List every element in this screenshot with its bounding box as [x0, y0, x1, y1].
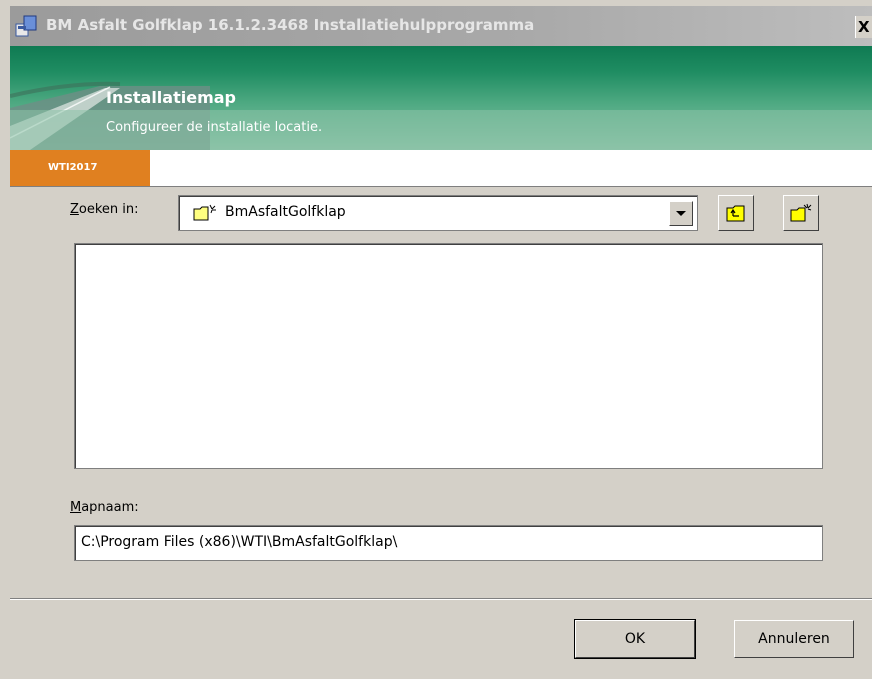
- ok-button[interactable]: OK: [574, 619, 696, 659]
- foldername-label-text: apnaam:: [81, 500, 139, 515]
- page-title: Installatiemap: [106, 88, 236, 107]
- folder-up-icon: [726, 205, 745, 222]
- close-button[interactable]: X: [855, 16, 872, 38]
- lookin-dropdown[interactable]: BmAsfaltGolfklap: [178, 195, 698, 231]
- dropdown-arrow-icon[interactable]: [669, 201, 693, 226]
- close-icon: X: [858, 18, 870, 36]
- new-folder-icon: [790, 203, 812, 222]
- header-banner: Installatiemap Configureer de installati…: [10, 46, 872, 150]
- lookin-label-accesskey: Z: [70, 202, 79, 217]
- foldername-input[interactable]: C:\Program Files (x86)\WTI\BmAsfaltGolfk…: [74, 525, 823, 561]
- brand-stripe: WTI2017: [10, 150, 872, 187]
- folder-icon: [193, 204, 216, 221]
- folder-list[interactable]: [74, 243, 823, 469]
- installer-icon: [15, 15, 37, 37]
- version-badge: WTI2017: [10, 150, 150, 186]
- new-folder-button[interactable]: [783, 195, 819, 231]
- foldername-label: Mapnaam:: [70, 500, 139, 515]
- title-bar: BM Asfalt Golfklap 16.1.2.3468 Installat…: [10, 6, 872, 46]
- page-subtitle: Configureer de installatie locatie.: [106, 120, 323, 135]
- separator-highlight: [10, 599, 872, 600]
- folder-up-button[interactable]: [718, 195, 754, 231]
- cancel-button[interactable]: Annuleren: [734, 620, 854, 658]
- foldername-label-accesskey: M: [70, 500, 82, 515]
- foldername-value: C:\Program Files (x86)\WTI\BmAsfaltGolfk…: [81, 534, 398, 550]
- lookin-label: Zoeken in:: [70, 202, 139, 217]
- lookin-value: BmAsfaltGolfklap: [225, 204, 346, 220]
- window-title: BM Asfalt Golfklap 16.1.2.3468 Installat…: [46, 16, 535, 34]
- lookin-label-text: oeken in:: [78, 202, 139, 217]
